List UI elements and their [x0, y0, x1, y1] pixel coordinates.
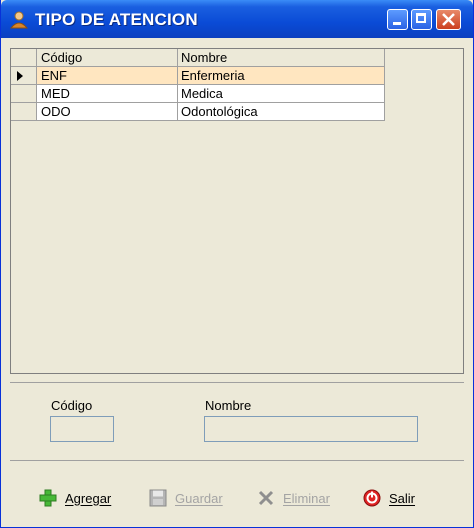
guardar-button[interactable]: Guardar	[149, 487, 223, 509]
x-icon	[258, 490, 274, 506]
table-row[interactable]: ODO Odontológica	[11, 103, 385, 121]
codigo-field[interactable]	[50, 416, 114, 442]
table-row[interactable]: MED Medica	[11, 85, 385, 103]
cell-codigo[interactable]: ODO	[37, 103, 178, 120]
salir-button[interactable]: Salir	[363, 487, 415, 509]
user-icon	[10, 11, 28, 29]
eliminar-button[interactable]: Eliminar	[257, 487, 330, 509]
table-row[interactable]: ENF Enfermeria	[11, 67, 385, 85]
row-indicator-header	[11, 49, 37, 66]
guardar-label: Guardar	[175, 490, 223, 506]
cell-nombre[interactable]: Enfermeria	[178, 67, 385, 84]
minimize-button[interactable]	[387, 9, 408, 30]
close-icon	[442, 13, 455, 26]
nombre-field[interactable]	[204, 416, 418, 442]
plus-icon	[39, 489, 57, 507]
maximize-button[interactable]	[411, 9, 432, 30]
nombre-label: Nombre	[205, 398, 252, 413]
cell-nombre[interactable]: Medica	[178, 85, 385, 102]
agregar-button[interactable]: Agregar	[39, 487, 111, 509]
cell-codigo[interactable]: ENF	[37, 67, 178, 84]
grid-header: Código Nombre	[11, 49, 385, 67]
close-button[interactable]	[436, 9, 461, 30]
eliminar-label: Eliminar	[283, 490, 330, 506]
cell-codigo[interactable]: MED	[37, 85, 178, 102]
row-indicator[interactable]	[11, 103, 37, 120]
column-header-nombre[interactable]: Nombre	[178, 49, 385, 66]
column-header-codigo[interactable]: Código	[37, 49, 178, 66]
power-icon	[363, 489, 381, 507]
row-indicator[interactable]	[11, 67, 37, 84]
window: TIPO DE ATENCION Código Nombre ENF Enfer…	[0, 0, 474, 528]
cell-nombre[interactable]: Odontológica	[178, 103, 385, 120]
codigo-label: Código	[51, 398, 93, 413]
title-bar[interactable]: TIPO DE ATENCION	[1, 0, 473, 38]
current-row-arrow-icon	[17, 71, 23, 81]
data-grid-panel[interactable]: Código Nombre ENF Enfermeria MED Medica …	[10, 48, 464, 374]
row-indicator[interactable]	[11, 85, 37, 102]
salir-label: Salir	[389, 490, 416, 506]
window-title: TIPO DE ATENCION	[35, 10, 198, 29]
data-grid[interactable]: Código Nombre ENF Enfermeria MED Medica …	[11, 49, 385, 121]
floppy-disk-icon	[149, 489, 167, 507]
divider	[10, 382, 464, 383]
agregar-label: Agregar	[65, 490, 112, 506]
divider	[10, 460, 464, 461]
